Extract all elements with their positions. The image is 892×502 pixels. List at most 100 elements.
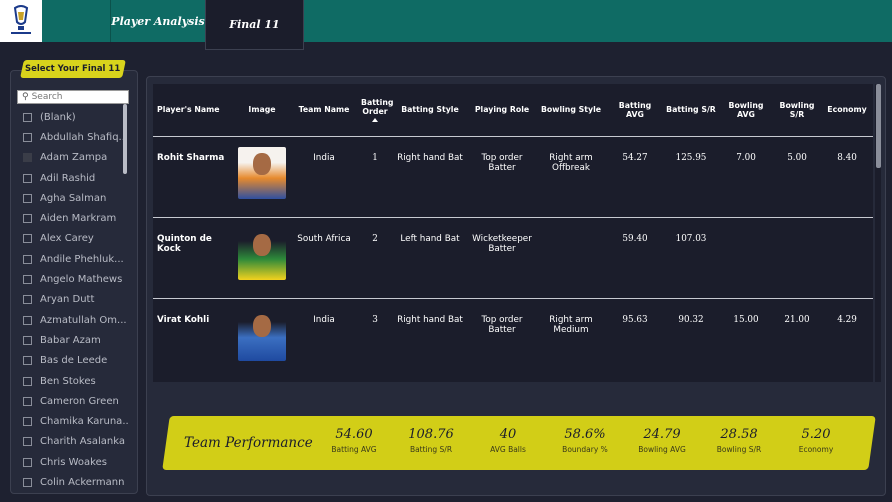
slicer-item-label: Azmatullah Om...	[40, 314, 127, 326]
slicer-item[interactable]: Aryan Dutt	[23, 290, 129, 310]
player-photo	[238, 146, 286, 199]
cell-batting-order: 1	[359, 135, 391, 217]
checkbox[interactable]	[23, 254, 32, 264]
checkbox[interactable]	[23, 457, 32, 467]
slicer-item-label: Aiden Markram	[40, 213, 117, 225]
search-placeholder: Search	[31, 92, 63, 102]
slicer-item[interactable]: Chamika Karuna...	[23, 411, 129, 431]
checkbox[interactable]	[23, 315, 32, 325]
table-row[interactable]: Rohit Sharma India 1 Right hand Bat Top …	[153, 135, 873, 217]
checkbox[interactable]	[23, 214, 32, 224]
checkbox[interactable]	[23, 396, 32, 406]
cell-batting-sr: 125.95	[663, 135, 719, 217]
header-bowling-avg[interactable]: Bowling AVG	[719, 84, 773, 136]
slicer-item[interactable]: Colin Ackermann	[23, 472, 129, 492]
kpi-label: Boundary %	[562, 445, 608, 454]
checkbox[interactable]	[23, 193, 32, 203]
cell-bowling-style	[535, 216, 607, 298]
cell-image	[235, 135, 289, 217]
slicer-title-text: Select Your Final 11	[25, 64, 121, 74]
kpi-batting-sr: 108.76 Batting S/R	[391, 427, 471, 454]
table-scrollbar[interactable]	[875, 84, 881, 382]
slicer-item[interactable]: Angelo Mathews	[23, 269, 129, 289]
top-bar: Player Analysis	[0, 0, 892, 42]
header-batting-order[interactable]: Batting Order	[359, 84, 393, 136]
slicer-item[interactable]: Chris Woakes	[23, 452, 129, 472]
cell-image	[235, 297, 289, 379]
checkbox[interactable]	[23, 132, 32, 142]
header-batting-avg[interactable]: Batting AVG	[607, 84, 663, 136]
slicer-item-label: Colin Ackermann	[40, 476, 125, 488]
checkbox[interactable]	[23, 335, 32, 345]
slicer-item-label: Angelo Mathews	[40, 274, 123, 286]
slicer-item-label: Charith Asalanka	[40, 436, 125, 448]
kpi-bowling-avg: 24.79 Bowling AVG	[622, 427, 702, 454]
slicer-search-input[interactable]: ⚲ Search	[17, 90, 129, 104]
checkbox[interactable]	[23, 173, 32, 183]
slicer-item[interactable]: (Blank)	[23, 107, 129, 127]
slicer-item[interactable]: Azmatullah Om...	[23, 310, 129, 330]
checkbox[interactable]	[23, 275, 32, 285]
cell-playing-role: Wicketkeeper Batter	[469, 216, 535, 298]
cell-team: India	[289, 297, 359, 379]
slicer-item[interactable]: Abdullah Shafiq...	[23, 127, 129, 147]
tab-player-analysis[interactable]: Player Analysis	[110, 0, 206, 42]
checkbox[interactable]	[23, 234, 32, 244]
cell-bowling-avg: 15.00	[719, 297, 773, 379]
header-batting-style[interactable]: Batting Style	[391, 84, 469, 136]
checkbox[interactable]	[23, 477, 32, 487]
slicer-item[interactable]: Aiden Markram	[23, 208, 129, 228]
checkbox[interactable]	[23, 153, 32, 163]
header-bowling-style[interactable]: Bowling Style	[535, 84, 607, 136]
tab-final-11[interactable]: Final 11	[205, 0, 304, 50]
table-row[interactable]: Quinton de Kock South Africa 2 Left hand…	[153, 216, 873, 298]
kpi-boundary-pct: 58.6% Boundary %	[545, 427, 625, 454]
header-economy[interactable]: Economy	[821, 84, 873, 136]
cell-batting-style: Right hand Bat	[391, 135, 469, 217]
cell-economy	[821, 216, 873, 298]
table-header-row: Player's Name Image Team Name Batting Or…	[153, 84, 873, 136]
checkbox[interactable]	[23, 417, 32, 427]
slicer-item[interactable]: Andile Phehluk...	[23, 249, 129, 269]
header-playing-role[interactable]: Playing Role	[469, 84, 535, 136]
cell-batting-style: Left hand Bat	[391, 216, 469, 298]
slicer-item[interactable]: Charith Asalanka	[23, 432, 129, 452]
checkbox[interactable]	[23, 112, 32, 122]
cell-economy: 4.29	[821, 297, 873, 379]
table-row[interactable]: Virat Kohli India 3 Right hand Bat Top o…	[153, 297, 873, 379]
header-name[interactable]: Player's Name	[153, 84, 235, 136]
slicer-item-label: Alex Carey	[40, 233, 94, 245]
slicer-item[interactable]: Alex Carey	[23, 229, 129, 249]
slicer-item[interactable]: Bas de Leede	[23, 351, 129, 371]
header-team[interactable]: Team Name	[289, 84, 359, 136]
checkbox[interactable]	[23, 356, 32, 366]
team-performance-content: Team Performance 54.60 Batting AVG 108.7…	[166, 416, 872, 470]
cell-player-name: Virat Kohli	[153, 297, 235, 379]
player-photo	[238, 227, 286, 280]
slicer-item[interactable]: Agha Salman	[23, 188, 129, 208]
checkbox[interactable]	[23, 376, 32, 386]
cell-bowling-style: Right arm Offbreak	[535, 135, 607, 217]
cell-batting-order: 3	[359, 297, 391, 379]
header-image[interactable]: Image	[235, 84, 289, 136]
header-bowling-sr[interactable]: Bowling S/R	[773, 84, 821, 136]
header-batting-sr[interactable]: Batting S/R	[663, 84, 719, 136]
cell-player-name: Quinton de Kock	[153, 216, 235, 298]
cell-batting-avg: 95.63	[607, 297, 663, 379]
cell-batting-sr: 107.03	[663, 216, 719, 298]
table-scrollbar-thumb[interactable]	[876, 84, 881, 168]
checkbox[interactable]	[23, 295, 32, 305]
slicer-item[interactable]: Adil Rashid	[23, 168, 129, 188]
slicer-scrollbar[interactable]	[123, 104, 127, 174]
kpi-value: 40	[499, 427, 517, 442]
kpi-value: 54.60	[335, 427, 373, 442]
checkbox[interactable]	[23, 437, 32, 447]
cell-batting-avg: 54.27	[607, 135, 663, 217]
slicer-item[interactable]: Adam Zampa	[23, 148, 129, 168]
slicer-item[interactable]: Cameron Green	[23, 391, 129, 411]
cell-bowling-style: Right arm Medium	[535, 297, 607, 379]
kpi-avg-balls: 40 AVG Balls	[468, 427, 548, 454]
kpi-label: AVG Balls	[490, 445, 526, 454]
slicer-item[interactable]: Ben Stokes	[23, 371, 129, 391]
slicer-item[interactable]: Babar Azam	[23, 330, 129, 350]
